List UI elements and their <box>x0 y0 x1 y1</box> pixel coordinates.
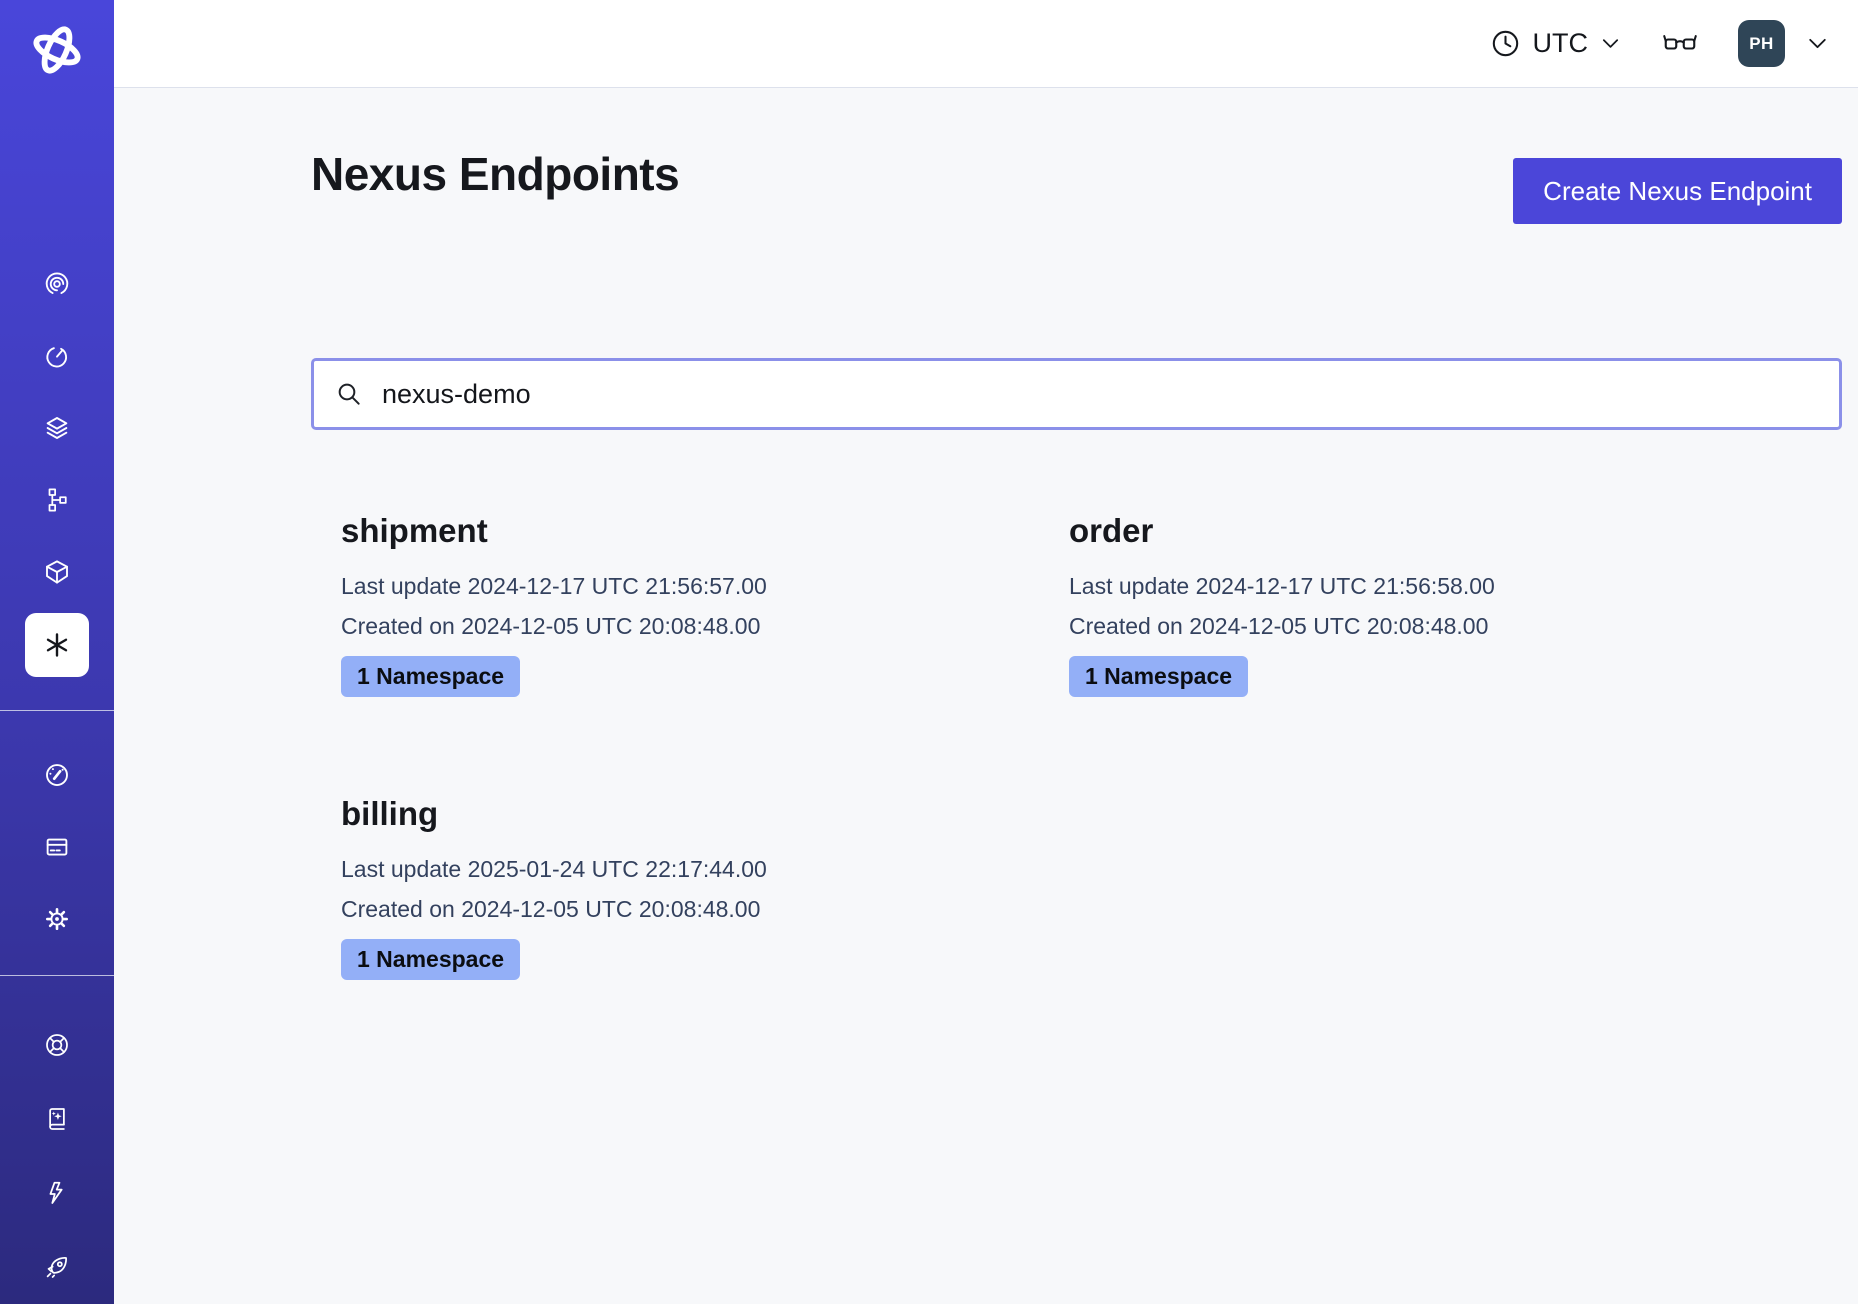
create-nexus-endpoint-button[interactable]: Create Nexus Endpoint <box>1513 158 1842 224</box>
temporal-logo-icon <box>29 22 85 78</box>
flowchart-icon <box>42 485 72 515</box>
page-title: Nexus Endpoints <box>311 147 679 201</box>
namespace-count-badge: 1 Namespace <box>341 939 520 980</box>
glasses-icon <box>1662 26 1698 62</box>
labs-toggle-button[interactable] <box>1662 26 1698 62</box>
sidebar-item-home[interactable] <box>29 22 85 78</box>
lifebuoy-icon <box>42 1030 72 1060</box>
endpoint-card[interactable]: shipment Last update 2024-12-17 UTC 21:5… <box>341 512 1069 697</box>
endpoint-created-on: Created on 2024-12-05 UTC 20:08:48.00 <box>341 889 1069 929</box>
endpoint-created-on: Created on 2024-12-05 UTC 20:08:48.00 <box>1069 606 1842 646</box>
sidebar-item-usage[interactable] <box>42 760 72 790</box>
endpoint-name: billing <box>341 795 1069 833</box>
spiral-eye-icon <box>42 269 72 299</box>
main-column: UTC PH <box>114 0 1858 1304</box>
chevron-down-icon <box>1599 32 1622 55</box>
main-content: Nexus Endpoints Create Nexus Endpoint sh… <box>114 88 1858 1304</box>
sidebar-item-feedback[interactable] <box>42 1178 72 1208</box>
asterisk-icon <box>39 627 75 663</box>
gear-icon <box>42 904 72 934</box>
endpoint-last-update: Last update 2024-12-17 UTC 21:56:57.00 <box>341 566 1069 606</box>
sidebar-item-billing[interactable] <box>42 832 72 862</box>
endpoint-search-box[interactable] <box>311 358 1842 430</box>
layers-icon <box>42 413 72 443</box>
chevron-down-icon <box>1805 31 1830 56</box>
sidebar <box>0 0 114 1304</box>
sidebar-item-settings[interactable] <box>42 904 72 934</box>
sidebar-item-workflows[interactable] <box>42 269 72 299</box>
sidebar-item-docs[interactable] <box>42 1104 72 1134</box>
endpoint-created-on: Created on 2024-12-05 UTC 20:08:48.00 <box>341 606 1069 646</box>
endpoint-last-update: Last update 2025-01-24 UTC 22:17:44.00 <box>341 849 1069 889</box>
cube-icon <box>42 557 72 587</box>
app-window: UTC PH <box>0 0 1858 1304</box>
endpoint-name: shipment <box>341 512 1069 550</box>
clock-icon <box>1489 27 1522 60</box>
endpoint-name: order <box>1069 512 1842 550</box>
book-sparkle-icon <box>42 1104 72 1134</box>
sidebar-item-namespaces[interactable] <box>42 557 72 587</box>
timezone-label: UTC <box>1533 28 1589 59</box>
endpoint-search-input[interactable] <box>380 378 1820 411</box>
endpoint-card[interactable]: order Last update 2024-12-17 UTC 21:56:5… <box>1069 512 1842 697</box>
gauge-icon <box>42 760 72 790</box>
sidebar-group-main <box>42 269 72 587</box>
sidebar-group-help <box>42 1030 72 1282</box>
namespace-count-badge: 1 Namespace <box>341 656 520 697</box>
sidebar-group-account <box>42 760 72 934</box>
sidebar-item-support[interactable] <box>42 1030 72 1060</box>
profile-menu-button[interactable]: PH <box>1738 20 1830 67</box>
endpoint-card[interactable]: billing Last update 2025-01-24 UTC 22:17… <box>341 795 1069 980</box>
timezone-selector[interactable]: UTC <box>1489 27 1623 60</box>
timer-icon <box>42 341 72 371</box>
rocket-icon <box>42 1252 72 1282</box>
topbar: UTC PH <box>114 0 1858 88</box>
sidebar-item-deployments[interactable] <box>42 413 72 443</box>
title-row: Nexus Endpoints Create Nexus Endpoint <box>311 141 1842 224</box>
sidebar-divider <box>0 710 114 711</box>
billing-card-icon <box>42 832 72 862</box>
lightning-icon <box>42 1178 72 1208</box>
avatar: PH <box>1738 20 1785 67</box>
sidebar-divider <box>0 975 114 976</box>
endpoint-last-update: Last update 2024-12-17 UTC 21:56:58.00 <box>1069 566 1842 606</box>
sidebar-item-batch-operations[interactable] <box>42 485 72 515</box>
endpoint-card-grid: shipment Last update 2024-12-17 UTC 21:5… <box>341 512 1842 980</box>
sidebar-item-nexus[interactable] <box>25 613 89 677</box>
search-icon <box>333 378 365 410</box>
sidebar-item-getting-started[interactable] <box>42 1252 72 1282</box>
namespace-count-badge: 1 Namespace <box>1069 656 1248 697</box>
sidebar-item-schedules[interactable] <box>42 341 72 371</box>
